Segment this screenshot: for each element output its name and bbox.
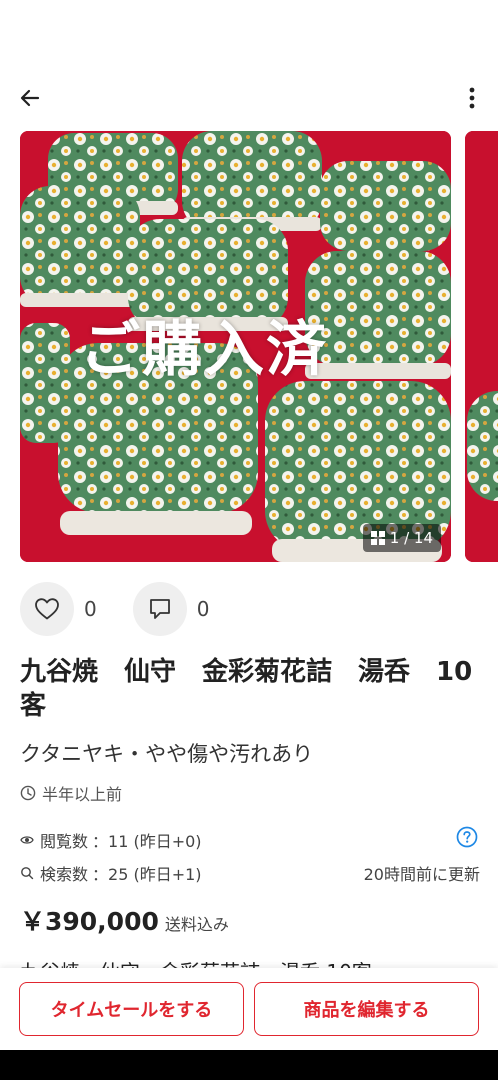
- image-carousel[interactable]: ご購入済 1 / 14: [0, 131, 498, 562]
- item-title: 九谷焼 仙守 金彩菊花詰 湯呑 10客: [20, 657, 473, 721]
- comment-button[interactable]: [132, 582, 187, 636]
- more-options-button[interactable]: [460, 82, 484, 114]
- views-row: 閲覧数 ：11 (昨日+0): [20, 826, 480, 852]
- next-photo-preview[interactable]: [465, 131, 498, 562]
- search-value: ：25 (昨日+1): [92, 865, 202, 884]
- grid-icon: [370, 531, 385, 545]
- image-counter-text: 1 / 14: [389, 529, 433, 547]
- edit-item-button[interactable]: 商品を編集する: [254, 982, 479, 1036]
- price-amount: ￥390,000: [20, 907, 159, 936]
- eye-icon: [20, 836, 34, 844]
- shipping-label: 送料込み: [164, 915, 229, 934]
- posted-time-text: 半年以上前: [42, 785, 123, 804]
- top-app-bar: [0, 70, 498, 124]
- more-vertical-icon: [469, 87, 475, 109]
- views-label: 閲覧数: [40, 832, 89, 851]
- help-icon: [456, 826, 478, 848]
- system-navigation-bar: [0, 1050, 498, 1080]
- item-subtitle: クタニヤキ・やや傷や汚れあり: [20, 742, 314, 766]
- search-label: 検索数: [40, 865, 89, 884]
- posted-time: 半年以上前: [20, 781, 122, 805]
- like-button[interactable]: [20, 582, 74, 636]
- price-row: ￥390,000 送料込み: [20, 902, 229, 938]
- heart-icon: [35, 598, 59, 620]
- help-button[interactable]: [456, 826, 478, 852]
- bottom-action-bar: タイムセールをする 商品を編集する: [0, 968, 498, 1050]
- purchased-watermark: ご購入済: [80, 315, 328, 385]
- search-icon: [21, 867, 34, 880]
- clock-icon: [20, 785, 36, 801]
- reactions-row: 0 0: [20, 582, 245, 636]
- views-value: ：11 (昨日+0): [92, 832, 202, 851]
- updated-text: 20時間前に更新: [363, 865, 480, 884]
- comment-icon: [149, 599, 170, 619]
- product-photo[interactable]: ご購入済 1 / 14: [20, 131, 451, 562]
- back-button[interactable]: [14, 82, 46, 114]
- like-count: 0: [84, 597, 97, 621]
- comment-count: 0: [196, 597, 210, 621]
- time-sale-button[interactable]: タイムセールをする: [19, 982, 244, 1036]
- search-row: 検索数 ：25 (昨日+1) 20時間前に更新: [20, 861, 480, 885]
- arrow-left-icon: [20, 89, 40, 107]
- image-counter: 1 / 14: [362, 524, 441, 552]
